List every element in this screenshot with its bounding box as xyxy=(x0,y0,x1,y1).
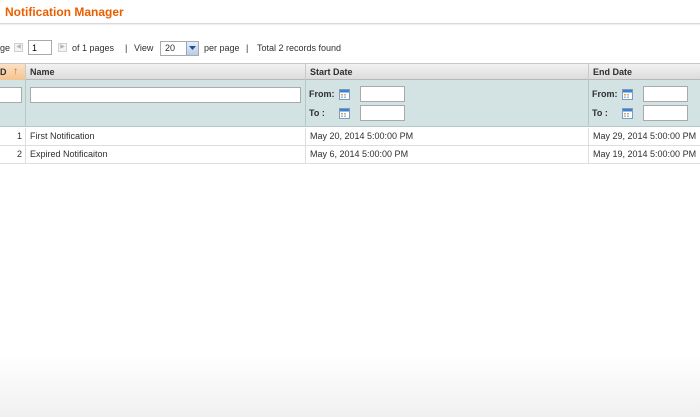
column-header-start-date[interactable]: Start Date xyxy=(306,64,589,80)
title-divider xyxy=(0,23,700,25)
page-label: ge xyxy=(0,43,11,53)
total-records: Total 2 records found xyxy=(257,43,342,53)
pager-separator: | xyxy=(125,43,128,53)
cell-start-date: May 20, 2014 5:00:00 PM xyxy=(306,128,589,145)
filter-cell-end-date: From: To : xyxy=(589,80,700,126)
calendar-icon[interactable] xyxy=(622,89,633,100)
calendar-icon[interactable] xyxy=(622,108,633,119)
arrow-up-icon: ↑ xyxy=(13,66,18,77)
id-filter-input[interactable] xyxy=(0,87,22,103)
chevron-left-icon[interactable]: ◀ xyxy=(14,43,23,52)
filter-cell-id xyxy=(0,80,26,126)
cell-name: First Notification xyxy=(26,128,306,145)
table-row[interactable]: 1 First Notification May 20, 2014 5:00:0… xyxy=(0,128,700,146)
column-header-end-date[interactable]: End Date xyxy=(589,64,700,80)
end-from-label: From: xyxy=(592,89,618,99)
cell-id: 1 xyxy=(0,128,26,145)
pager-separator: | xyxy=(246,43,249,53)
page-count-text: of 1 pages xyxy=(72,43,115,53)
filter-cell-start-date: From: To : xyxy=(306,80,589,126)
end-from-input[interactable] xyxy=(643,86,688,102)
cell-end-date: May 19, 2014 5:00:00 PM xyxy=(593,149,697,159)
column-header-id[interactable]: D ↑ xyxy=(0,64,26,80)
column-header-id-label: D xyxy=(0,67,7,77)
cell-name: Expired Notificaiton xyxy=(26,146,306,163)
start-from-input[interactable] xyxy=(360,86,405,102)
calendar-icon[interactable] xyxy=(339,108,350,119)
filter-cell-name xyxy=(26,80,306,126)
per-page-label: per page xyxy=(204,43,240,53)
per-page-select[interactable]: 20 xyxy=(160,41,199,56)
cell-end-date: May 29, 2014 5:00:00 PM xyxy=(593,131,697,141)
cell-start-date: May 6, 2014 5:00:00 PM xyxy=(306,146,589,163)
chevron-right-icon[interactable]: ▶ xyxy=(58,43,67,52)
end-to-label: To : xyxy=(592,108,608,118)
name-filter-input[interactable] xyxy=(30,87,301,103)
grid-header-row: D ↑ Name Start Date End Date xyxy=(0,63,700,80)
grid-filter-row: From: To : From: To: xyxy=(0,80,700,127)
column-header-name[interactable]: Name xyxy=(26,64,306,80)
table-row[interactable]: 2 Expired Notificaiton May 6, 2014 5:00:… xyxy=(0,146,700,164)
end-to-input[interactable] xyxy=(643,105,688,121)
page-number-input[interactable] xyxy=(28,40,52,55)
calendar-icon[interactable] xyxy=(339,89,350,100)
per-page-value: 20 xyxy=(165,43,176,53)
chevron-down-icon[interactable] xyxy=(186,42,198,55)
cell-id: 2 xyxy=(0,146,26,163)
start-to-label: To : xyxy=(309,108,325,118)
pager-toolbar: ge ◀ ▶ of 1 pages | View 20 per page | T… xyxy=(0,40,700,57)
page-title: Notification Manager xyxy=(5,5,124,19)
start-to-input[interactable] xyxy=(360,105,405,121)
start-from-label: From: xyxy=(309,89,335,99)
view-label: View xyxy=(134,43,154,53)
